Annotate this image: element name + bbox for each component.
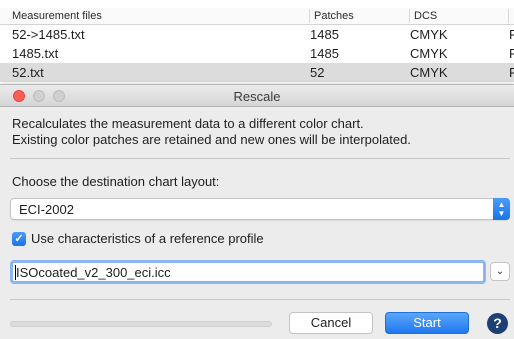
file-name-cell: 52->1485.txt <box>12 27 85 42</box>
patches-cell: 52 <box>310 65 325 80</box>
help-button[interactable]: ? <box>487 313 508 334</box>
file-name-cell: 1485.txt <box>12 46 59 61</box>
chart-layout-value: ECI-2002 <box>19 202 74 217</box>
column-header-patches[interactable]: Patches <box>314 10 354 22</box>
file-name-cell: 52.txt <box>12 65 44 80</box>
description-line-2: Existing color patches are retained and … <box>12 132 411 147</box>
extra-cell: F <box>509 46 514 61</box>
divider <box>10 299 510 300</box>
patches-cell: 1485 <box>310 27 339 42</box>
column-separator <box>409 9 410 23</box>
column-separator <box>309 9 310 23</box>
table-row[interactable]: 1485.txt 1485 CMYK F <box>0 44 514 63</box>
table-row[interactable]: 52->1485.txt 1485 CMYK F <box>0 25 514 44</box>
dialog-titlebar[interactable]: Rescale <box>0 85 514 107</box>
divider <box>10 158 510 159</box>
column-header-measurement-files[interactable]: Measurement files <box>12 10 102 22</box>
measurement-files-table: Measurement files Patches DCS 52->1485.t… <box>0 0 514 86</box>
progress-bar <box>10 321 272 327</box>
patches-cell: 1485 <box>310 46 339 61</box>
description-line-1: Recalculates the measurement data to a d… <box>12 116 364 131</box>
use-reference-label[interactable]: Use characteristics of a reference profi… <box>31 231 264 246</box>
column-separator <box>508 9 509 23</box>
chevron-up-down-icon[interactable]: ▲ ▼ <box>493 198 510 220</box>
reference-profile-dropdown-button[interactable]: ⌄ <box>490 262 510 281</box>
rescale-dialog: Rescale Recalculates the measurement dat… <box>0 84 514 339</box>
cancel-button[interactable]: Cancel <box>289 312 373 334</box>
dialog-title: Rescale <box>233 89 281 104</box>
table-row[interactable]: 52.txt 52 CMYK F <box>0 63 514 82</box>
use-reference-checkbox[interactable]: ✓ <box>12 232 26 246</box>
extra-cell: F <box>509 27 514 42</box>
extra-cell: F <box>509 65 514 80</box>
column-header-dcs[interactable]: DCS <box>414 10 437 22</box>
reference-profile-value: ISOcoated_v2_300_eci.icc <box>16 265 171 280</box>
start-button[interactable]: Start <box>385 312 469 334</box>
dcs-cell: CMYK <box>410 46 448 61</box>
table-header: Measurement files Patches DCS <box>0 8 514 25</box>
dcs-cell: CMYK <box>410 65 448 80</box>
layout-label: Choose the destination chart layout: <box>12 174 220 189</box>
chart-layout-select[interactable]: ECI-2002 ▲ ▼ <box>10 198 510 220</box>
chevron-down-icon: ⌄ <box>495 266 505 277</box>
reference-profile-input[interactable]: ISOcoated_v2_300_eci.icc <box>10 260 486 284</box>
dcs-cell: CMYK <box>410 27 448 42</box>
